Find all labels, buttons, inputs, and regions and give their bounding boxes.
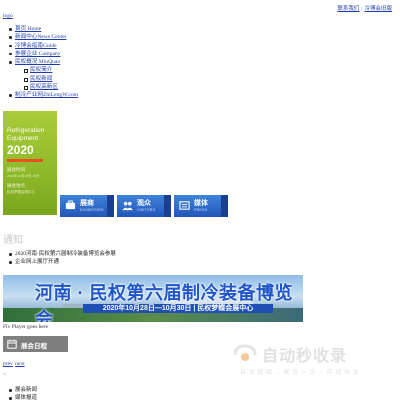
nav-item-news[interactable]: 新闻中心News Center [8,33,78,41]
contact-us-link[interactable]: 联系我们 [337,6,359,12]
nav-item-minquan[interactable]: 民权概况 MinQuan 民权简介 民权新闻 民权高新区 [8,58,78,91]
subnav-item-label[interactable]: 民权新闻 [30,76,52,82]
banner-venue-label: 展会地点 [7,183,25,188]
tile-sublabel: VISITORS [137,208,156,212]
subnav-item-news[interactable]: 民权新闻 [23,75,78,83]
old-site-link[interactable]: 冷博会旧版 [364,6,392,12]
tile-press[interactable]: 媒体 PRESS [174,195,228,217]
press-icon [179,201,190,210]
tile-sublabel: PRESS [194,208,208,212]
nav-item-company[interactable]: 参展企业 Company [8,50,78,58]
nav-item-label[interactable]: 新闻中心News Center [15,34,66,40]
link-separator: | [361,6,363,12]
subnav-item-intro[interactable]: 民权简介 [23,66,78,74]
watermark-subtext: 自 动 链 接 → 来 访 一 次 → 自 动 收 录 [240,370,360,376]
notice-item-label[interactable]: 2020河南·民权第六届制冷装备博览会参展 [15,251,116,257]
schedule-label: 展会日程 [21,343,47,350]
banner-year: 2020 [7,143,34,157]
hero-banner[interactable]: 河南 · 民权第六届制冷装备博览会 2020年10月28日—10月30日 | 民… [3,275,303,322]
list-item[interactable]: 媒体报道 [8,394,37,402]
nav-submenu: 民权简介 民权新闻 民权高新区 [15,66,78,91]
calendar-icon [7,339,17,349]
nav-item-label[interactable]: 参展企业 Company [15,51,61,57]
nav-item-label[interactable]: 制冷产业网ZhiLengW.com [15,92,78,98]
watermark: 自动秒收录 自 动 链 接 → 来 访 一 次 → 自 动 收 录 [232,341,392,383]
hero-date-band: 2020年10月28日—10月30日 | 民权梦蝶会展中心 [83,304,273,313]
exhibitor-icon [65,200,76,210]
tile-visitors[interactable]: 观众 VISITORS [117,195,171,217]
list-item[interactable]: 2020河南·民权第六届制冷装备博览会参展 [8,250,116,258]
banner-title-line1: Refrigeration [7,127,45,134]
expo-side-banner[interactable]: Refrigeration Equipment 2020 展会时间 2020年1… [3,111,57,215]
hero-title: 河南 · 民权第六届制冷装备博览会 [35,283,293,322]
notice-item-label[interactable]: 企业网上展厅开通 [15,259,59,265]
subnav-item-hightech[interactable]: 民权高新区 [23,83,78,91]
nav-item-label[interactable]: 冷博会指南Guide [15,43,57,49]
nav-item-zhilengw[interactable]: 制冷产业网ZhiLengW.com [8,91,78,99]
next-link[interactable]: next [15,361,24,367]
small-arrow-mark[interactable]: < [3,373,6,378]
tile-label: 媒体 [194,200,208,207]
tile-label: 观众 [137,200,151,207]
flash-player-placeholder: Flv Player goes here [3,324,49,330]
tile-exhibitors[interactable]: 展商 EXHIBITORS [60,195,114,217]
notice-title: 通知 [3,235,23,246]
main-nav: 首页 Home 新闻中心News Center 冷博会指南Guide 参展企业 … [8,25,78,100]
nav-item-label[interactable]: 首页 Home [15,26,41,32]
list-item[interactable]: 展会新闻 [8,386,37,394]
logo-link[interactable]: logo [3,13,13,19]
bottom-item-label[interactable]: 展会新闻 [15,387,37,393]
watermark-text: 自动秒收录 [262,348,348,365]
banner-accent-bar [7,159,43,162]
bottom-item-label[interactable]: 媒体报道 [15,395,37,401]
list-item[interactable]: 企业网上展厅开通 [8,258,116,266]
subnav-item-label[interactable]: 民权简介 [30,67,52,73]
banner-title: Refrigeration Equipment [7,127,44,142]
prev-link[interactable]: prev [3,361,13,367]
nav-item-guide[interactable]: 冷博会指南Guide [8,42,78,50]
subnav-item-label[interactable]: 民权高新区 [30,84,58,90]
nav-item-home[interactable]: 首页 Home [8,25,78,33]
banner-date-value: 2020年10月28日-30日 [7,174,40,178]
tile-sublabel: EXHIBITORS [80,208,104,212]
banner-venue-value: 民权梦蝶会展中心 [7,190,35,194]
notice-list: 2020河南·民权第六届制冷装备博览会参展 企业网上展厅开通 [8,250,116,266]
watermark-logo-icon [233,344,257,361]
banner-title-line2: Equipment [7,134,39,142]
schedule-button[interactable]: 展会日程 [3,336,68,352]
pager: prev next [3,361,26,367]
visitors-icon [122,201,133,211]
banner-date-label: 展会时间 [7,167,25,172]
top-right-links: 联系我们 | 冷博会旧版 [337,4,392,12]
tile-label: 展商 [80,200,94,207]
nav-item-label[interactable]: 民权概况 MinQuan [15,59,60,65]
